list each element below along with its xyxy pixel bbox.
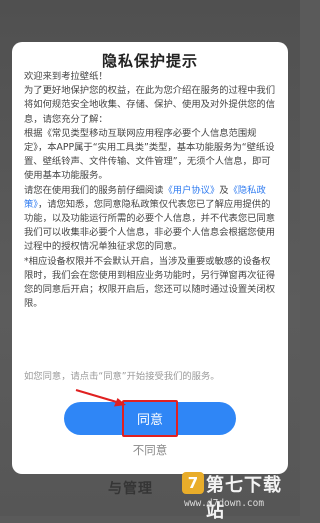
permission-paragraph: *相应设备权限并不会默认开启，当涉及重要或敏感的设备权限时，我们会在您使用到相应… bbox=[24, 255, 276, 310]
watermark-logo-icon: 7 bbox=[182, 472, 204, 494]
intro-paragraph: 为了更好地保护您的权益，在此为您介绍在服务的过程中我们将如何规范安全地收集、存储… bbox=[24, 85, 276, 125]
privacy-dialog: 隐私保护提示 欢迎来到考拉壁纸！ 为了更好地保护您的权益，在此为您介绍在服务的过… bbox=[12, 42, 288, 474]
basic-function-paragraph: 根据《常见类型移动互联网应用程序必要个人信息范围规定》，本APP属于“实用工具类… bbox=[24, 127, 275, 182]
user-agreement-link[interactable]: 《用户协议》 bbox=[163, 185, 219, 196]
dialog-title: 隐私保护提示 bbox=[101, 52, 198, 70]
site-watermark: 7 第七下载站 www.d7down.com bbox=[178, 470, 298, 522]
red-arrow-icon bbox=[75, 388, 126, 407]
consent-note: 如您同意，请点击“同意”开始接受我们的服务。 bbox=[24, 371, 220, 382]
policy-text-post: ，请您知悉，您同意隐私政策仅代表您已了解应用提供的功能，以及功能运行所需的必要个… bbox=[24, 198, 276, 253]
agree-button-label: 同意 bbox=[136, 412, 163, 427]
greeting-text: 欢迎来到考拉壁纸！ bbox=[24, 71, 108, 82]
policy-text-mid: 及 bbox=[219, 184, 229, 196]
policy-text-pre: 请您在使用我们的服务前仔细阅读 bbox=[24, 184, 164, 196]
watermark-name: 第七下载站 bbox=[206, 475, 282, 522]
policy-paragraph: 请您在使用我们的服务前仔细阅读《用户协议》及《隐私政策》，请您知悉，您同意隐私政… bbox=[24, 184, 276, 255]
disagree-button[interactable]: 不同意 bbox=[12, 442, 288, 458]
watermark-header: 7 第七下载站 bbox=[178, 470, 298, 522]
watermark-url: www.d7down.com bbox=[184, 498, 265, 509]
dialog-body: 欢迎来到考拉壁纸！ 为了更好地保护您的权益，在此为您介绍在服务的过程中我们将如何… bbox=[24, 70, 276, 311]
